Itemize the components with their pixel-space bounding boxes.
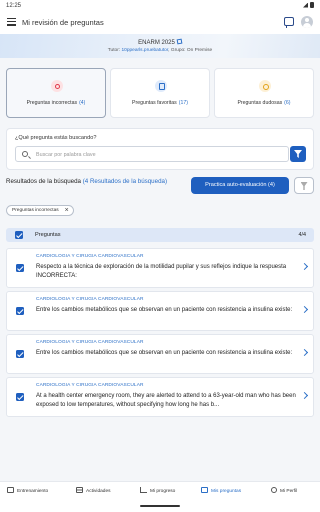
card-count: (6) — [284, 100, 291, 106]
tutor-name: 10ppearls.pruebatutor — [121, 48, 169, 53]
activities-icon — [76, 487, 83, 494]
nav-label: Actividades — [86, 489, 111, 494]
group-label: Grupo: — [170, 48, 186, 53]
question-text: Respecto a la técnica de exploración de … — [36, 264, 287, 279]
system-icons — [303, 2, 314, 8]
menu-icon[interactable] — [7, 18, 16, 26]
card-label: Preguntas favoritas (17) — [111, 100, 209, 106]
doubt-icon — [259, 80, 271, 92]
profile-icon — [271, 487, 277, 494]
bookmark-icon — [155, 80, 167, 92]
practice-self-evaluation-button[interactable]: Practica auto-evaluación (4) — [191, 177, 289, 194]
close-icon[interactable]: × — [65, 206, 69, 216]
nav-profile[interactable]: Mi Perfil — [271, 482, 297, 502]
question-checkbox[interactable] — [16, 393, 24, 401]
question-category: CARDIOLOGIA Y CIRUGIA CARDIOVASCULAR — [36, 297, 144, 302]
card-title: Preguntas dudosas — [237, 100, 283, 106]
tutor-info: Tutor: 10ppearls.pruebatutor, Grupo: On … — [107, 48, 213, 53]
question-text: At a health center emergency room, they … — [36, 393, 296, 408]
nav-label: Mi Perfil — [280, 489, 298, 494]
bottom-navigation: Entrenamiento Actividades Mi progreso Mi… — [0, 481, 320, 501]
list-header: Preguntas 4/4 — [6, 228, 314, 242]
card-count: (4) — [79, 100, 86, 106]
nav-label: Mi progreso — [150, 489, 176, 494]
status-time: 12:25 — [6, 3, 22, 9]
active-filter-chip[interactable]: Preguntas incorrectas × — [6, 205, 74, 216]
question-category: CARDIOLOGIA Y CIRUGIA CARDIOVASCULAR — [36, 254, 144, 259]
question-text: Entre los cambios metabólicos que se obs… — [36, 350, 293, 356]
incorrect-icon — [51, 80, 63, 92]
filter-icon[interactable] — [294, 177, 314, 194]
list-header-label: Preguntas — [35, 232, 61, 238]
search-field[interactable] — [15, 146, 289, 162]
page-title: Mi revisión de preguntas — [22, 18, 104, 27]
nav-label: Entrenamiento — [17, 489, 49, 494]
question-checkbox[interactable] — [16, 350, 24, 358]
signal-icon — [303, 2, 308, 8]
search-icon — [22, 151, 28, 157]
question-category: CARDIOLOGIA Y CIRUGIA CARDIOVASCULAR — [36, 340, 144, 345]
nav-progress[interactable]: Mi progreso — [140, 482, 175, 502]
home-indicator[interactable] — [140, 505, 180, 507]
question-text: Entre los cambios metabólicos que se obs… — [36, 307, 293, 313]
question-item[interactable]: CARDIOLOGIA Y CIRUGIA CARDIOVASCULAR Ent… — [6, 291, 314, 331]
question-item[interactable]: CARDIOLOGIA Y CIRUGIA CARDIOVASCULAR Ent… — [6, 334, 314, 374]
card-title: Preguntas incorrectas — [26, 100, 78, 106]
nav-label: Mis preguntas — [211, 489, 242, 494]
edit-icon[interactable] — [176, 38, 183, 45]
exam-name-row: ENARM 2025 — [0, 38, 320, 46]
question-category: CARDIOLOGIA Y CIRUGIA CARDIOVASCULAR — [36, 383, 144, 388]
question-item[interactable]: CARDIOLOGIA Y CIRUGIA CARDIOVASCULAR Res… — [6, 248, 314, 288]
card-doubtful-questions[interactable]: Preguntas dudosas (6) — [214, 68, 314, 118]
card-label: Preguntas dudosas (6) — [215, 100, 313, 106]
category-cards: Preguntas incorrectas (4) Preguntas favor… — [6, 68, 314, 118]
chip-label: Preguntas incorrectas — [12, 208, 59, 213]
search-panel: ¿Qué pregunta estás buscando? — [6, 128, 314, 170]
group-name: On Premise — [186, 48, 213, 53]
filter-button[interactable] — [290, 146, 306, 162]
results-label: Resultados de la búsqueda — [6, 178, 81, 185]
app-bar: Mi revisión de preguntas — [0, 12, 320, 34]
nav-activities[interactable]: Actividades — [76, 482, 111, 502]
training-icon — [7, 487, 14, 494]
exam-name: ENARM 2025 — [138, 40, 175, 46]
my-questions-icon — [201, 487, 208, 494]
card-incorrect-questions[interactable]: Preguntas incorrectas (4) — [6, 68, 106, 118]
nav-training[interactable]: Entrenamiento — [7, 482, 48, 502]
question-checkbox[interactable] — [16, 307, 24, 315]
status-bar: 12:25 — [0, 0, 320, 12]
progress-icon — [140, 487, 147, 494]
select-all-checkbox[interactable] — [15, 231, 23, 239]
card-label: Preguntas incorrectas (4) — [7, 100, 105, 106]
tutor-label: Tutor: — [107, 48, 121, 53]
battery-icon — [310, 2, 314, 8]
results-count: (4 Resultados de la búsqueda) — [82, 178, 168, 185]
nav-my-questions[interactable]: Mis preguntas — [201, 482, 241, 502]
results-title: Resultados de la búsqueda (4 Resultados … — [6, 178, 186, 187]
system-home-bar — [0, 501, 320, 512]
question-item[interactable]: CARDIOLOGIA Y CIRUGIA CARDIOVASCULAR At … — [6, 377, 314, 417]
search-input[interactable] — [36, 149, 276, 160]
list-header-count: 4/4 — [298, 232, 307, 238]
avatar[interactable] — [301, 16, 313, 28]
card-title: Preguntas favoritas — [132, 100, 177, 106]
chat-icon[interactable] — [284, 17, 294, 28]
exam-banner: ENARM 2025 Tutor: 10ppearls.pruebatutor,… — [0, 34, 320, 58]
card-favorite-questions[interactable]: Preguntas favoritas (17) — [110, 68, 210, 118]
question-checkbox[interactable] — [16, 264, 24, 272]
card-count: (17) — [178, 100, 188, 106]
search-question-label: ¿Qué pregunta estás buscando? — [15, 135, 97, 141]
